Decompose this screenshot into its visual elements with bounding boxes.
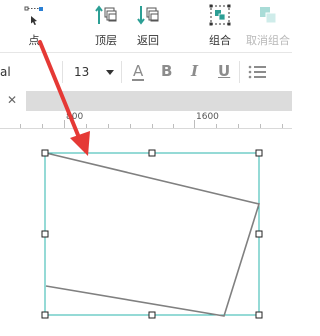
resize-handle[interactable] xyxy=(255,230,263,238)
canvas-overlay xyxy=(38,40,263,319)
resize-handle[interactable] xyxy=(255,311,263,319)
resize-handle[interactable] xyxy=(148,311,156,319)
resize-handle[interactable] xyxy=(41,311,49,319)
polyline-shape[interactable] xyxy=(45,152,261,317)
annotation-arrow xyxy=(38,40,90,156)
resize-handle[interactable] xyxy=(41,230,49,238)
resize-handle[interactable] xyxy=(148,149,156,157)
resize-handle[interactable] xyxy=(41,149,49,157)
resize-handle[interactable] xyxy=(255,149,263,157)
